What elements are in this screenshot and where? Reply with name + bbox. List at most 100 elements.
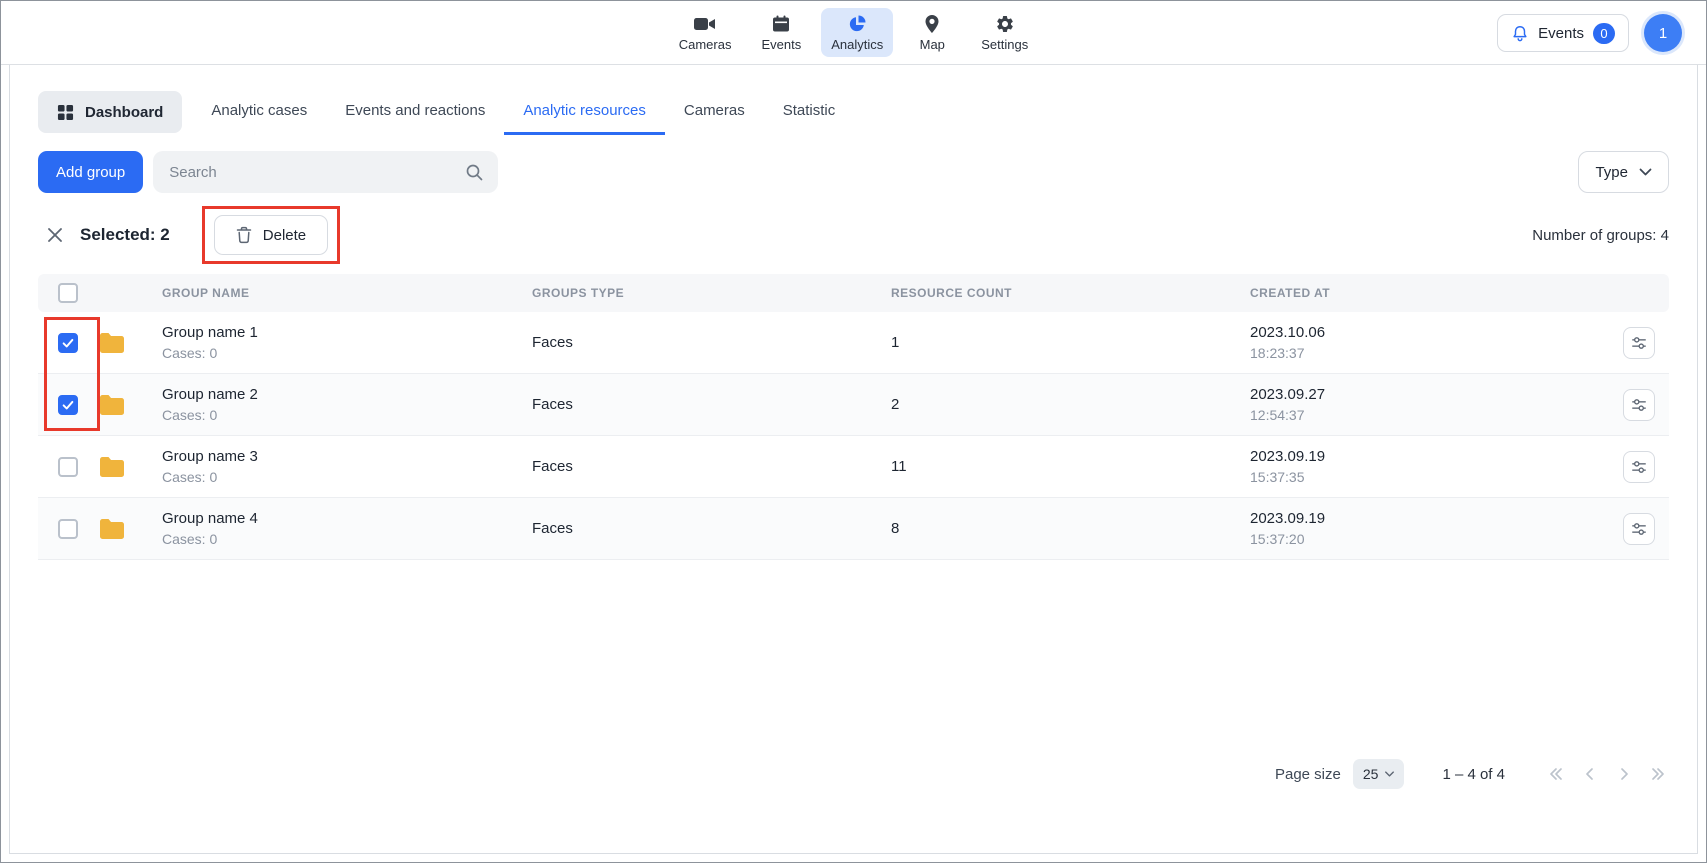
grid-icon: [57, 104, 74, 121]
created-date: 2023.09.19: [1250, 446, 1609, 468]
group-type: Faces: [532, 396, 891, 413]
trash-icon: [236, 226, 252, 244]
tune-icon: [1630, 334, 1648, 352]
folder-icon: [98, 455, 162, 479]
created-time: 15:37:35: [1250, 468, 1609, 488]
row-checkbox[interactable]: [58, 395, 78, 415]
table-row[interactable]: Group name 3 Cases: 0 Faces 11 2023.09.1…: [38, 436, 1669, 498]
page-size-value: 25: [1363, 766, 1379, 782]
column-header-groups-type: GROUPS TYPE: [532, 286, 891, 300]
top-bar-right: Events 0 1: [1497, 1, 1682, 65]
last-page-button[interactable]: [1647, 763, 1669, 785]
tab-events-and-reactions[interactable]: Events and reactions: [326, 89, 504, 135]
map-pin-icon: [923, 13, 941, 34]
select-all-checkbox[interactable]: [58, 283, 78, 303]
tab-label: Analytic cases: [211, 102, 307, 119]
group-cases: Cases: 0: [162, 344, 532, 364]
column-header-resource-count: RESOURCE COUNT: [891, 286, 1250, 300]
close-icon: [48, 228, 62, 242]
created-time: 15:37:20: [1250, 530, 1609, 550]
table-body: Group name 1 Cases: 0 Faces 1 2023.10.06…: [38, 312, 1669, 560]
pager-controls: [1545, 763, 1669, 785]
tab-analytic-resources[interactable]: Analytic resources: [504, 89, 665, 135]
tab-label: Analytic resources: [523, 102, 646, 119]
section-tabs: Analytic cases Events and reactions Anal…: [192, 89, 854, 135]
resource-count: 8: [891, 520, 1250, 537]
avatar[interactable]: 1: [1644, 14, 1682, 52]
page-size-dropdown[interactable]: 25: [1353, 759, 1405, 789]
row-settings-button[interactable]: [1623, 451, 1655, 483]
groups-table: GROUP NAME GROUPS TYPE RESOURCE COUNT CR…: [38, 274, 1669, 560]
selected-count-label: Selected: 2: [80, 225, 170, 245]
resource-count: 2: [891, 396, 1250, 413]
nav-item-map[interactable]: Map: [903, 8, 961, 57]
nav-item-analytics[interactable]: Analytics: [821, 8, 893, 57]
pie-chart-icon: [847, 13, 867, 34]
tab-analytic-cases[interactable]: Analytic cases: [192, 89, 326, 135]
events-button-label: Events: [1538, 25, 1584, 42]
created-date: 2023.09.27: [1250, 384, 1609, 406]
tab-statistic[interactable]: Statistic: [764, 89, 855, 135]
nav-item-cameras[interactable]: Cameras: [669, 8, 742, 57]
app-window: Cameras Events Analytics Map: [0, 0, 1707, 863]
created-date: 2023.10.06: [1250, 322, 1609, 344]
first-page-button[interactable]: [1545, 763, 1567, 785]
main-content: Dashboard Analytic cases Events and reac…: [9, 65, 1698, 854]
top-bar: Cameras Events Analytics Map: [1, 1, 1706, 65]
group-name: Group name 2: [162, 384, 532, 406]
pagination-bar: Page size 25 1 – 4 of 4: [1275, 759, 1669, 789]
nav-label: Settings: [981, 37, 1028, 52]
tab-cameras[interactable]: Cameras: [665, 89, 764, 135]
nav-label: Analytics: [831, 37, 883, 52]
page-range-label: 1 – 4 of 4: [1442, 766, 1505, 783]
row-settings-button[interactable]: [1623, 389, 1655, 421]
type-filter-dropdown[interactable]: Type: [1578, 151, 1669, 193]
type-filter-label: Type: [1595, 164, 1628, 181]
main-nav: Cameras Events Analytics Map: [669, 8, 1039, 57]
nav-label: Map: [920, 37, 945, 52]
nav-item-events[interactable]: Events: [751, 8, 811, 57]
row-checkbox[interactable]: [58, 519, 78, 539]
group-name: Group name 4: [162, 508, 532, 530]
add-group-button[interactable]: Add group: [38, 151, 143, 193]
nav-label: Cameras: [679, 37, 732, 52]
tune-icon: [1630, 520, 1648, 538]
camera-icon: [693, 13, 717, 34]
tab-label: Cameras: [684, 102, 745, 119]
next-page-button[interactable]: [1613, 763, 1635, 785]
group-name: Group name 3: [162, 446, 532, 468]
delete-button-wrap: Delete: [202, 206, 340, 264]
table-row[interactable]: Group name 2 Cases: 0 Faces 2 2023.09.27…: [38, 374, 1669, 436]
group-type: Faces: [532, 334, 891, 351]
search-input[interactable]: [153, 151, 498, 193]
delete-button[interactable]: Delete: [214, 215, 328, 255]
row-checkbox[interactable]: [58, 457, 78, 477]
search-icon: [464, 162, 484, 182]
events-notifications-button[interactable]: Events 0: [1497, 14, 1629, 52]
resource-count: 1: [891, 334, 1250, 351]
created-date: 2023.09.19: [1250, 508, 1609, 530]
bell-icon: [1511, 24, 1529, 43]
tab-label: Events and reactions: [345, 102, 485, 119]
table-header-row: GROUP NAME GROUPS TYPE RESOURCE COUNT CR…: [38, 274, 1669, 312]
tune-icon: [1630, 396, 1648, 414]
folder-icon: [98, 517, 162, 541]
table-row[interactable]: Group name 1 Cases: 0 Faces 1 2023.10.06…: [38, 312, 1669, 374]
group-name: Group name 1: [162, 322, 532, 344]
previous-page-button[interactable]: [1579, 763, 1601, 785]
folder-icon: [98, 331, 162, 355]
selection-bar: Selected: 2 Delete Number of groups: 4: [38, 206, 1669, 264]
tab-label: Statistic: [783, 102, 836, 119]
dashboard-button[interactable]: Dashboard: [38, 91, 182, 133]
delete-button-label: Delete: [263, 227, 306, 244]
table-row[interactable]: Group name 4 Cases: 0 Faces 8 2023.09.19…: [38, 498, 1669, 560]
row-settings-button[interactable]: [1623, 327, 1655, 359]
events-count-badge: 0: [1593, 23, 1615, 44]
nav-item-settings[interactable]: Settings: [971, 8, 1038, 57]
chevron-down-icon: [1639, 168, 1652, 176]
row-settings-button[interactable]: [1623, 513, 1655, 545]
clear-selection-button[interactable]: [44, 224, 66, 246]
row-checkbox[interactable]: [58, 333, 78, 353]
group-cases: Cases: 0: [162, 530, 532, 550]
group-cases: Cases: 0: [162, 406, 532, 426]
